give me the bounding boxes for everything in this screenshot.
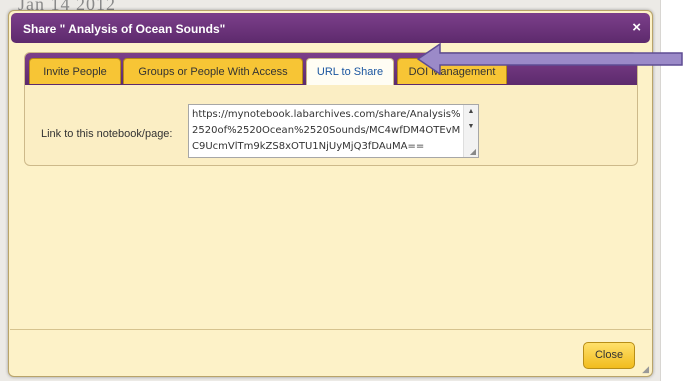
annotation-arrow-icon <box>416 42 683 76</box>
dialog-title: Share " Analysis of Ocean Sounds" <box>23 22 226 36</box>
tab-url-to-share[interactable]: URL to Share <box>306 58 394 85</box>
link-label: Link to this notebook/page: <box>41 128 173 140</box>
scroll-down-icon[interactable]: ▼ <box>464 121 478 133</box>
dialog-resize-icon[interactable]: ◢ <box>642 365 649 374</box>
dialog-title-bar[interactable]: Share " Analysis of Ocean Sounds" × <box>11 13 650 43</box>
close-icon[interactable]: × <box>632 19 641 36</box>
url-tab-content: Link to this notebook/page: https://myno… <box>25 85 637 165</box>
scroll-up-icon[interactable]: ▲ <box>464 106 478 118</box>
textarea-resize-icon[interactable]: ◢ <box>470 148 476 156</box>
tab-invite-people[interactable]: Invite People <box>29 58 121 84</box>
share-url-value[interactable]: https://mynotebook.labarchives.com/share… <box>192 107 462 157</box>
tab-groups-or-people-with-access[interactable]: Groups or People With Access <box>123 58 303 84</box>
footer-divider <box>10 329 651 330</box>
share-url-textarea[interactable]: https://mynotebook.labarchives.com/share… <box>188 104 479 158</box>
close-button[interactable]: Close <box>583 342 635 369</box>
textarea-scrollbar[interactable]: ▲ ▼ ◢ <box>463 105 478 157</box>
